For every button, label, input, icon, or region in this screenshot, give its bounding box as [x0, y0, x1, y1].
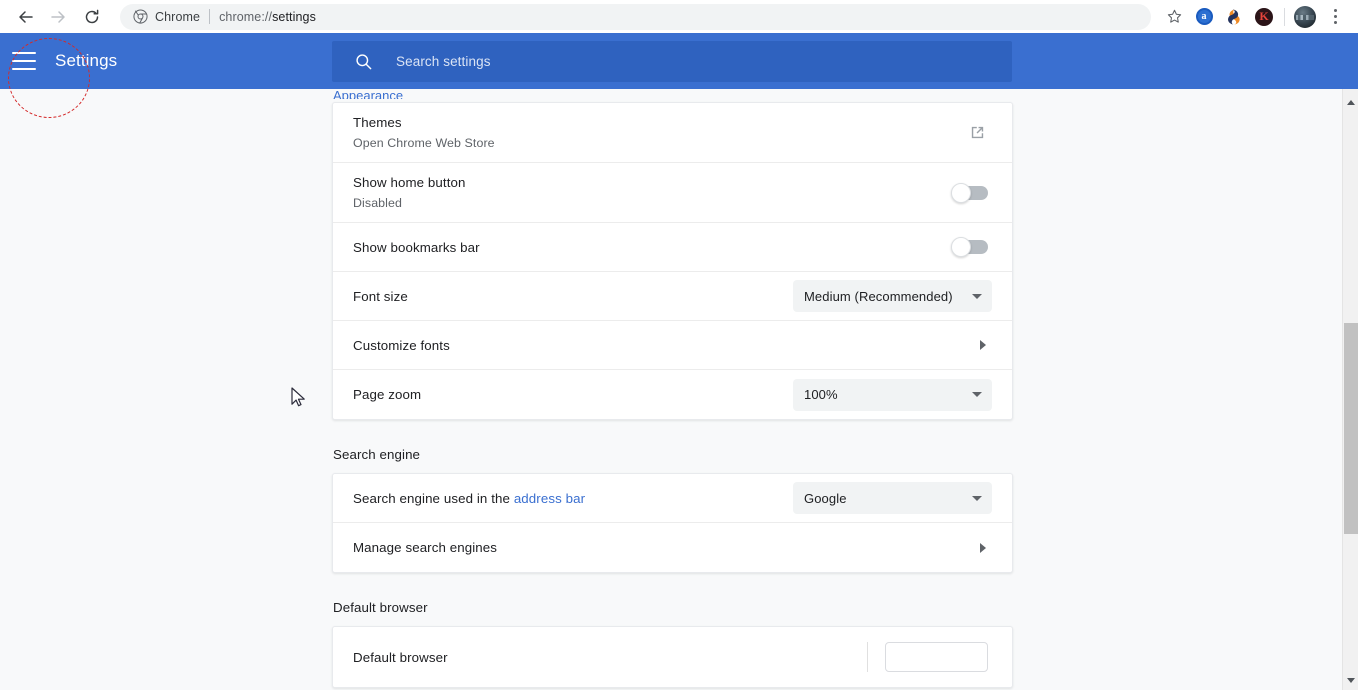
show-bookmarks-bar-toggle[interactable]	[951, 237, 988, 257]
row-vertical-divider	[867, 642, 868, 672]
row-text: Search engine used in the address bar	[353, 489, 793, 508]
omnibox-separator	[209, 9, 211, 24]
forward-arrow-icon	[51, 10, 65, 23]
extension-button-2[interactable]	[1219, 2, 1249, 32]
row-title: Show home button	[353, 175, 466, 190]
scrollbar-thumb[interactable]	[1344, 323, 1358, 534]
search-engine-card: Search engine used in the address bar Go…	[332, 473, 1013, 573]
search-icon	[354, 52, 373, 71]
browser-toolbar: Chrome chrome://settings a K	[0, 0, 1358, 33]
default-browser-section-title: Default browser	[333, 600, 428, 615]
scroll-up-arrow-icon[interactable]	[1343, 94, 1358, 110]
font-size-select[interactable]: Medium (Recommended)	[793, 280, 992, 312]
browser-window: Chrome chrome://settings a K Settings Se…	[0, 0, 1358, 690]
open-chrome-web-store-icon[interactable]	[969, 124, 986, 141]
back-arrow-icon	[19, 10, 33, 23]
row-themes[interactable]: Themes Open Chrome Web Store	[333, 103, 1012, 163]
row-title: Search engine used in the address bar	[353, 489, 793, 508]
toolbar-actions: a K	[1159, 2, 1350, 32]
search-engine-select[interactable]: Google	[793, 482, 992, 514]
toggle-knob	[951, 237, 971, 257]
chevron-right-icon	[980, 542, 986, 553]
row-title: Customize fonts	[353, 337, 450, 353]
main-menu-hamburger-button[interactable]	[12, 52, 36, 70]
make-default-button[interactable]	[885, 642, 988, 672]
row-text: Manage search engines	[353, 538, 980, 557]
appearance-card: Themes Open Chrome Web Store Show home b…	[332, 102, 1013, 420]
row-title-prefix: Search engine used in the	[353, 490, 514, 506]
row-text: Customize fonts	[353, 336, 980, 355]
row-default-browser[interactable]: Default browser	[333, 627, 1012, 687]
row-show-bookmarks-bar[interactable]: Show bookmarks bar	[333, 223, 1012, 272]
chevron-right-icon	[980, 340, 986, 350]
row-font-size[interactable]: Font size Medium (Recommended)	[333, 272, 1012, 321]
avatar	[1294, 5, 1316, 28]
profile-button[interactable]	[1290, 2, 1320, 32]
row-text: Show home button Disabled	[353, 173, 954, 212]
row-search-engine[interactable]: Search engine used in the address bar Go…	[333, 474, 1012, 523]
star-icon	[1167, 9, 1181, 23]
back-button[interactable]	[12, 3, 40, 31]
settings-column: Appearance Themes Open Chrome Web Store	[332, 89, 1013, 688]
row-text: Show bookmarks bar	[353, 238, 954, 257]
row-title: Show bookmarks bar	[353, 239, 480, 255]
row-text: Page zoom	[353, 385, 793, 404]
omnibox-url: chrome://settings	[219, 10, 316, 24]
show-home-button-toggle[interactable]	[951, 182, 988, 203]
extension-a-icon: a	[1195, 8, 1213, 25]
omnibox-url-scheme: chrome://	[219, 9, 273, 24]
extension-k-icon: K	[1255, 7, 1273, 26]
default-browser-card: Default browser	[332, 626, 1013, 688]
appearance-section-title: Appearance	[333, 89, 404, 99]
row-title: Page zoom	[353, 387, 422, 402]
row-text: Themes Open Chrome Web Store	[353, 113, 969, 152]
search-engine-value: Google	[804, 490, 847, 506]
omnibox-url-path: settings	[272, 9, 316, 24]
bookmark-button[interactable]	[1159, 2, 1189, 32]
page-title: Settings	[55, 51, 118, 70]
extension-button-1[interactable]: a	[1189, 2, 1219, 32]
hamburger-line	[12, 68, 36, 70]
toolbar-divider	[1284, 7, 1285, 26]
chevron-down-icon	[972, 495, 982, 501]
scroll-down-arrow-icon[interactable]	[1343, 672, 1358, 688]
page-zoom-select[interactable]: 100%	[793, 378, 992, 411]
font-size-value: Medium (Recommended)	[804, 288, 953, 304]
row-title: Manage search engines	[353, 540, 498, 555]
address-bar[interactable]: Chrome chrome://settings	[120, 3, 1151, 30]
hamburger-line	[12, 52, 36, 54]
row-text: Default browser	[353, 648, 867, 667]
toggle-knob	[951, 182, 971, 203]
reload-button[interactable]	[78, 3, 106, 31]
search-engine-section-title: Search engine	[333, 447, 421, 462]
chevron-down-icon	[972, 293, 982, 299]
chevron-down-icon	[972, 392, 982, 397]
extension-swirl-icon	[1225, 8, 1243, 26]
forward-button[interactable]	[44, 3, 72, 31]
hamburger-line	[12, 60, 36, 62]
omnibox-chip-label: Chrome	[155, 9, 201, 24]
row-manage-search-engines[interactable]: Manage search engines	[333, 523, 1012, 572]
chrome-logo-icon	[132, 9, 148, 25]
settings-content: Appearance Themes Open Chrome Web Store	[0, 89, 1358, 690]
row-page-zoom[interactable]: Page zoom 100%	[333, 370, 1012, 419]
row-title: Font size	[353, 288, 408, 304]
search-settings-field[interactable]: Search settings	[332, 41, 1012, 82]
kebab-menu-icon	[1333, 9, 1337, 24]
address-bar-link[interactable]: address bar	[514, 491, 585, 506]
page-scrollbar[interactable]	[1342, 89, 1358, 690]
row-title: Themes	[353, 115, 402, 130]
settings-header: Settings Search settings	[0, 33, 1358, 89]
row-customize-fonts[interactable]: Customize fonts	[333, 321, 1012, 370]
reload-icon	[85, 9, 99, 23]
row-subtitle: Open Chrome Web Store	[353, 136, 495, 150]
row-title: Default browser	[353, 649, 448, 665]
row-text: Font size	[353, 287, 793, 306]
page-zoom-value: 100%	[804, 387, 838, 402]
row-subtitle: Disabled	[353, 196, 403, 210]
chrome-menu-button[interactable]	[1320, 2, 1350, 32]
row-show-home-button[interactable]: Show home button Disabled	[333, 163, 1012, 223]
search-input-placeholder: Search settings	[396, 54, 491, 69]
extension-button-3[interactable]: K	[1249, 2, 1279, 32]
